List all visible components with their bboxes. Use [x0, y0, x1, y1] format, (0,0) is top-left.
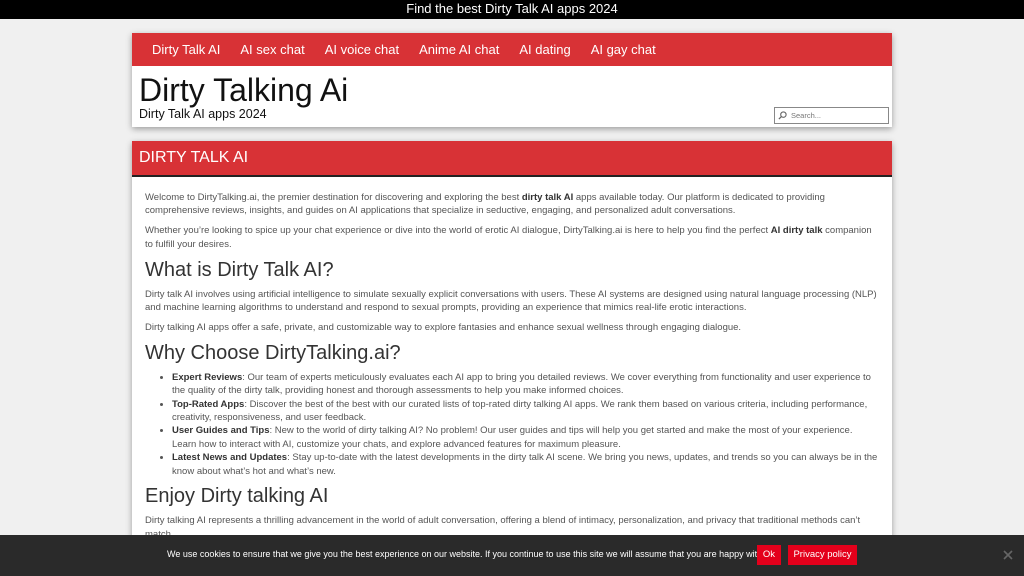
announcement-text: Find the best Dirty Talk AI apps 2024: [406, 1, 618, 16]
intro2-keyword: AI dirty talk: [770, 225, 823, 237]
cookie-notice-text: We use cookies to ensure that we give yo…: [167, 549, 772, 559]
nav-item-ai-sex-chat[interactable]: AI sex chat: [230, 33, 314, 66]
list-item: User Guides and Tips: New to the world o…: [172, 424, 879, 451]
what-paragraph-2: Dirty talking AI apps offer a safe, priv…: [145, 321, 742, 333]
list-item-title: User Guides and Tips: [172, 425, 270, 437]
nav-item-dirty-talk-ai[interactable]: Dirty Talk AI: [142, 33, 230, 66]
main-navigation: Dirty Talk AI AI sex chat AI voice chat …: [132, 33, 892, 66]
heading-enjoy: Enjoy Dirty talking AI: [145, 485, 329, 508]
site-header: Dirty Talk AI AI sex chat AI voice chat …: [132, 33, 892, 127]
cookie-banner: We use cookies to ensure that we give yo…: [0, 535, 1024, 576]
page-heading: DIRTY TALK AI: [132, 141, 892, 177]
nav-item-ai-gay-chat[interactable]: AI gay chat: [581, 33, 666, 66]
list-item-title: Latest News and Updates: [172, 452, 288, 464]
intro-keyword: dirty talk AI: [521, 192, 574, 203]
list-item-text: : New to the world of dirty talking AI? …: [172, 425, 853, 450]
list-item-title: Top-Rated Apps: [172, 398, 245, 410]
search-box[interactable]: [774, 107, 889, 124]
nav-item-ai-dating[interactable]: AI dating: [509, 33, 580, 66]
search-input[interactable]: [791, 111, 887, 120]
nav-item-ai-voice-chat[interactable]: AI voice chat: [315, 33, 409, 66]
list-item-title: Expert Reviews: [172, 371, 243, 383]
nav-item-anime-ai-chat[interactable]: Anime AI chat: [409, 33, 509, 66]
search-icon: [778, 111, 787, 120]
list-item-text: : Discover the best of the best with our…: [172, 398, 868, 424]
list-item: Top-Rated Apps: Discover the best of the…: [172, 398, 879, 425]
article-body: Welcome to DirtyTalking.ai, the premier …: [132, 177, 892, 541]
main-content: DIRTY TALK AI Welcome to DirtyTalking.ai…: [132, 141, 892, 576]
list-item-text: : Our team of experts meticulously evalu…: [172, 371, 871, 397]
intro2-text: Whether you’re looking to spice up your …: [145, 225, 771, 237]
intro-paragraph-2: Whether you’re looking to spice up your …: [145, 224, 879, 251]
intro-text: Welcome to DirtyTalking.ai, the premier …: [145, 192, 522, 203]
heading-what-is: What is Dirty Talk AI?: [145, 258, 334, 281]
site-description: Dirty Talk AI apps 2024: [139, 107, 267, 121]
top-announcement-bar: Find the best Dirty Talk AI apps 2024: [0, 0, 1024, 19]
intro-paragraph: Welcome to DirtyTalking.ai, the premier …: [145, 191, 879, 218]
privacy-policy-button[interactable]: Privacy policy: [788, 545, 857, 565]
why-list: Expert Reviews: Our team of experts meti…: [172, 371, 879, 478]
list-item: Expert Reviews: Our team of experts meti…: [172, 371, 879, 398]
list-item: Latest News and Updates: Stay up-to-date…: [172, 451, 879, 478]
what-paragraph-1: Dirty talk AI involves using artificial …: [145, 288, 877, 314]
heading-why-choose: Why Choose DirtyTalking.ai?: [145, 341, 401, 364]
site-title[interactable]: Dirty Talking Ai: [139, 72, 348, 108]
cookie-ok-button[interactable]: Ok: [757, 545, 781, 565]
close-icon[interactable]: [1002, 549, 1014, 561]
